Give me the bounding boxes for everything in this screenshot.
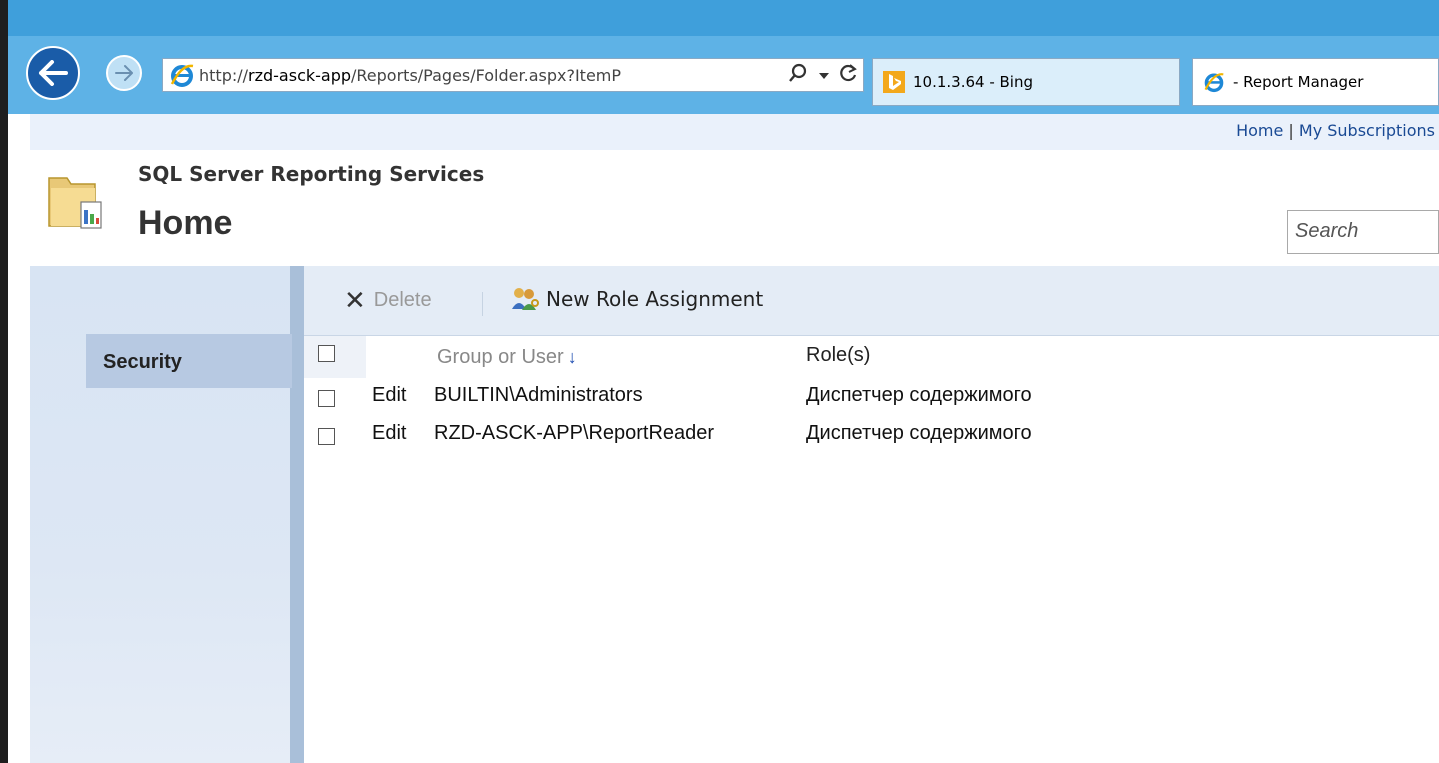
- ie-logo-icon: [170, 64, 194, 87]
- tab-bing[interactable]: 10.1.3.64 - Bing: [872, 58, 1180, 106]
- row-checkbox[interactable]: [318, 428, 335, 445]
- app-title: SQL Server Reporting Services: [138, 162, 485, 186]
- address-bar[interactable]: http://rzd-asck-app/Reports/Pages/Folder…: [162, 58, 864, 92]
- tab-label: - Report Manager: [1233, 73, 1364, 91]
- my-subscriptions-link[interactable]: My Subscriptions: [1299, 121, 1435, 140]
- top-link-bar: [30, 114, 1439, 150]
- column-header-group-or-user[interactable]: Group or User ↓: [437, 346, 577, 369]
- edit-link[interactable]: Edit: [372, 422, 406, 445]
- sidebar-item-security[interactable]: Security: [86, 334, 292, 388]
- link-separator: |: [1283, 121, 1299, 140]
- back-button[interactable]: [26, 46, 80, 100]
- window-border: [0, 0, 8, 763]
- delete-button[interactable]: ✕ Delete: [344, 287, 432, 313]
- forward-button[interactable]: [106, 55, 142, 91]
- sort-descending-icon: ↓: [567, 347, 577, 367]
- toolbar-divider: [482, 292, 483, 316]
- column-header-roles: Role(s): [806, 344, 871, 366]
- header-checkbox-column: [304, 336, 366, 378]
- bing-logo-icon: [883, 71, 905, 93]
- tab-report-manager[interactable]: - Report Manager: [1192, 58, 1439, 106]
- table-cell-user: BUILTIN\Administrators: [434, 384, 643, 406]
- table-cell-role: Диспетчер содержимого: [806, 384, 1032, 406]
- ie-logo-icon: [1204, 73, 1224, 93]
- dropdown-arrow-icon[interactable]: [818, 65, 830, 86]
- search-input[interactable]: Search: [1287, 210, 1439, 254]
- delete-label: Delete: [373, 288, 432, 311]
- tab-label: 10.1.3.64 - Bing: [913, 73, 1033, 91]
- column-header-label: Group or User: [437, 346, 564, 368]
- arrow-right-icon: [115, 65, 133, 81]
- new-role-label: New Role Assignment: [546, 287, 764, 311]
- new-role-assignment-button[interactable]: New Role Assignment: [510, 285, 763, 313]
- users-key-icon: [512, 288, 539, 310]
- table-cell-role: Диспетчер содержимого: [806, 422, 1032, 444]
- close-icon: ✕: [344, 285, 366, 315]
- toolbar: [304, 266, 1439, 336]
- top-links: Home | My Subscriptions: [1236, 121, 1435, 140]
- sidebar-divider: [290, 266, 304, 763]
- select-all-checkbox[interactable]: [318, 345, 335, 362]
- table-cell-user: RZD-ASCK-APP\ReportReader: [434, 422, 715, 444]
- row-checkbox[interactable]: [318, 390, 335, 407]
- search-icon[interactable]: [788, 63, 808, 88]
- refresh-icon[interactable]: [840, 63, 858, 88]
- edit-link[interactable]: Edit: [372, 384, 406, 407]
- page-title: Home: [138, 204, 233, 242]
- url-text[interactable]: http://rzd-asck-app/Reports/Pages/Folder…: [199, 66, 783, 85]
- arrow-left-icon: [39, 60, 68, 86]
- home-link[interactable]: Home: [1236, 121, 1283, 140]
- folder-report-icon: [48, 177, 102, 229]
